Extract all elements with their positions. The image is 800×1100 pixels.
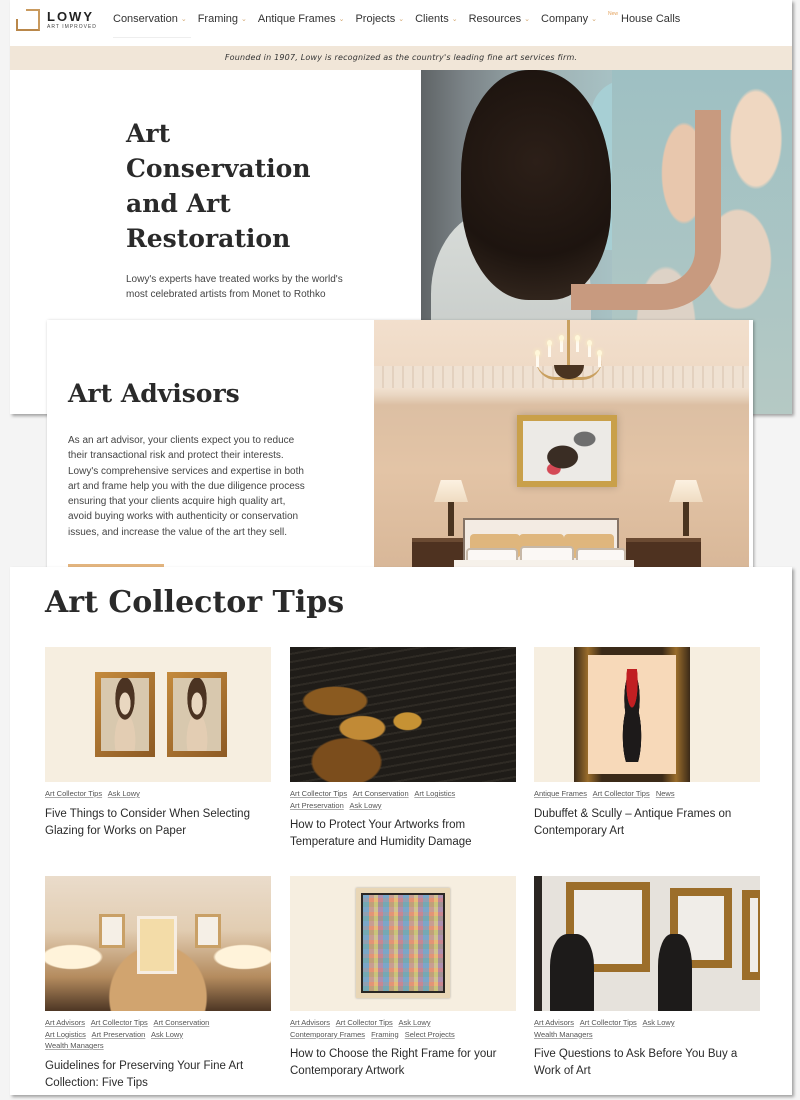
tag-link[interactable]: Ask Lowy [398,1018,430,1027]
nav-item-company[interactable]: Company ⌄ [541,13,597,25]
hero-title: Art Conservation and Art Restoration [126,119,311,253]
tag-link[interactable]: Art Collector Tips [336,1018,393,1027]
framed-painting [517,415,617,487]
tag-link[interactable]: Art Advisors [45,1018,85,1027]
nav-item-antique-frames[interactable]: Antique Frames ⌄ [258,13,345,25]
advisors-title: Art Advisors [68,379,240,408]
chevron-down-icon: ⌄ [398,16,405,23]
art-collector-tips-panel: Art Collector Tips Art Collector Tips As… [10,567,792,1095]
nav-label: House Calls [621,13,681,25]
card-title[interactable]: How to Choose the Right Frame for your C… [290,1046,516,1080]
card-title[interactable]: Guidelines for Preserving Your Fine Art … [45,1058,271,1092]
card-title[interactable]: Five Things to Consider When Selecting G… [45,806,271,840]
tag-link[interactable]: Art Collector Tips [91,1018,148,1027]
tag-link[interactable]: Art Preservation [290,801,344,810]
nav-item-house-calls[interactable]: New House Calls [607,11,681,25]
top-navigation: LOWY ART IMPROVED Conservation ⌄ Framing ⌄… [10,0,792,46]
nav-label: Clients [415,13,449,25]
tag-link[interactable]: Ask Lowy [151,1030,183,1039]
nav-item-conservation[interactable]: Conservation ⌄ [113,13,191,38]
article-card[interactable]: Art Collector Tips Ask Lowy Five Things … [45,647,271,840]
tag-link[interactable]: Art Conservation [353,789,409,798]
tag-link[interactable]: Art Collector Tips [593,789,650,798]
nav-label: Framing [197,13,239,25]
tag-link[interactable]: Art Collector Tips [45,789,102,798]
chevron-down-icon: ⌄ [241,16,247,23]
chevron-down-icon: ⌄ [591,16,597,23]
tag-link[interactable]: Art Conservation [153,1018,209,1027]
tag-link[interactable]: Wealth Managers [45,1041,104,1050]
chevron-down-icon: ⌄ [180,16,187,23]
card-image[interactable] [45,647,271,782]
tag-link[interactable]: Select Projects [405,1030,455,1039]
tag-link[interactable]: Framing [371,1030,399,1039]
tag-link[interactable]: News [656,789,675,798]
logo[interactable]: LOWY ART IMPROVED [16,9,97,31]
card-tags: Antique Frames Art Collector Tips News [534,788,760,800]
logo-name: LOWY [47,9,94,24]
advisors-description: As an art advisor, your clients expect y… [68,435,305,538]
nav-label: Conservation [113,13,178,25]
card-title[interactable]: Five Questions to Ask Before You Buy a W… [534,1046,760,1080]
article-card[interactable]: Art Advisors Art Collector Tips Ask Lowy… [534,876,760,1080]
logo-tagline: ART IMPROVED [47,24,97,30]
tag-link[interactable]: Art Advisors [534,1018,574,1027]
tag-link[interactable]: Art Logistics [414,789,455,798]
article-card[interactable]: Art Advisors Art Collector Tips Ask Lowy… [290,876,516,1080]
new-badge: New [607,11,618,17]
card-image[interactable] [290,647,516,782]
nav-label: Resources [468,13,522,25]
advisors-image [374,320,749,570]
art-advisors-panel: Art Advisors As an art advisor, your cli… [47,320,753,570]
chevron-down-icon: ⌄ [451,16,458,23]
nav-item-clients[interactable]: Clients ⌄ [415,13,458,25]
chandelier [534,320,604,395]
card-image[interactable] [534,876,760,1011]
nav-item-framing[interactable]: Framing ⌄ [198,13,247,25]
tag-link[interactable]: Wealth Managers [534,1030,593,1039]
card-image[interactable] [534,647,760,782]
card-tags: Art Advisors Art Collector Tips Ask Lowy… [534,1017,760,1040]
conservator-arm [571,110,721,310]
card-image[interactable] [290,876,516,1011]
tag-link[interactable]: Art Logistics [45,1030,86,1039]
nightstand [626,538,701,570]
tag-link[interactable]: Ask Lowy [108,789,140,798]
card-image[interactable] [45,876,271,1011]
card-title[interactable]: How to Protect Your Artworks from Temper… [290,817,516,851]
chevron-down-icon: ⌄ [524,16,531,23]
tag-link[interactable]: Art Preservation [92,1030,146,1039]
tag-link[interactable]: Ask Lowy [349,801,381,810]
tag-link[interactable]: Antique Frames [534,789,587,798]
nav-label: Antique Frames [257,13,336,25]
nav-menu: Conservation ⌄ Framing ⌄ Antique Frames ⌄ P… [113,11,691,38]
article-card[interactable]: Art Collector Tips Art Conservation Art … [290,647,516,851]
nav-label: Company [541,13,589,25]
tag-link[interactable]: Art Collector Tips [290,789,347,798]
card-tags: Art Collector Tips Ask Lowy [45,788,271,800]
tag-link[interactable]: Art Advisors [290,1018,330,1027]
card-tags: Art Advisors Art Collector Tips Art Cons… [45,1017,271,1052]
nav-item-resources[interactable]: Resources ⌄ [469,13,530,25]
card-tags: Art Advisors Art Collector Tips Ask Lowy… [290,1017,516,1040]
card-tags: Art Collector Tips Art Conservation Art … [290,788,516,811]
nav-item-projects[interactable]: Projects ⌄ [355,13,404,25]
tips-title: Art Collector Tips [45,585,345,620]
nav-label: Projects [355,13,396,25]
chevron-down-icon: ⌄ [338,16,345,23]
tag-link[interactable]: Ask Lowy [642,1018,674,1027]
article-card[interactable]: Art Advisors Art Collector Tips Art Cons… [45,876,271,1092]
hero-description: Lowy's experts have treated works by the… [126,274,343,300]
card-title[interactable]: Dubuffet & Scully – Antique Frames on Co… [534,806,760,840]
tag-link[interactable]: Contemporary Frames [290,1030,365,1039]
article-card[interactable]: Antique Frames Art Collector Tips News D… [534,647,760,840]
announcement-bar: Founded in 1907, Lowy is recognized as t… [10,46,792,70]
logo-mark-icon [16,9,40,31]
tag-link[interactable]: Art Collector Tips [580,1018,637,1027]
